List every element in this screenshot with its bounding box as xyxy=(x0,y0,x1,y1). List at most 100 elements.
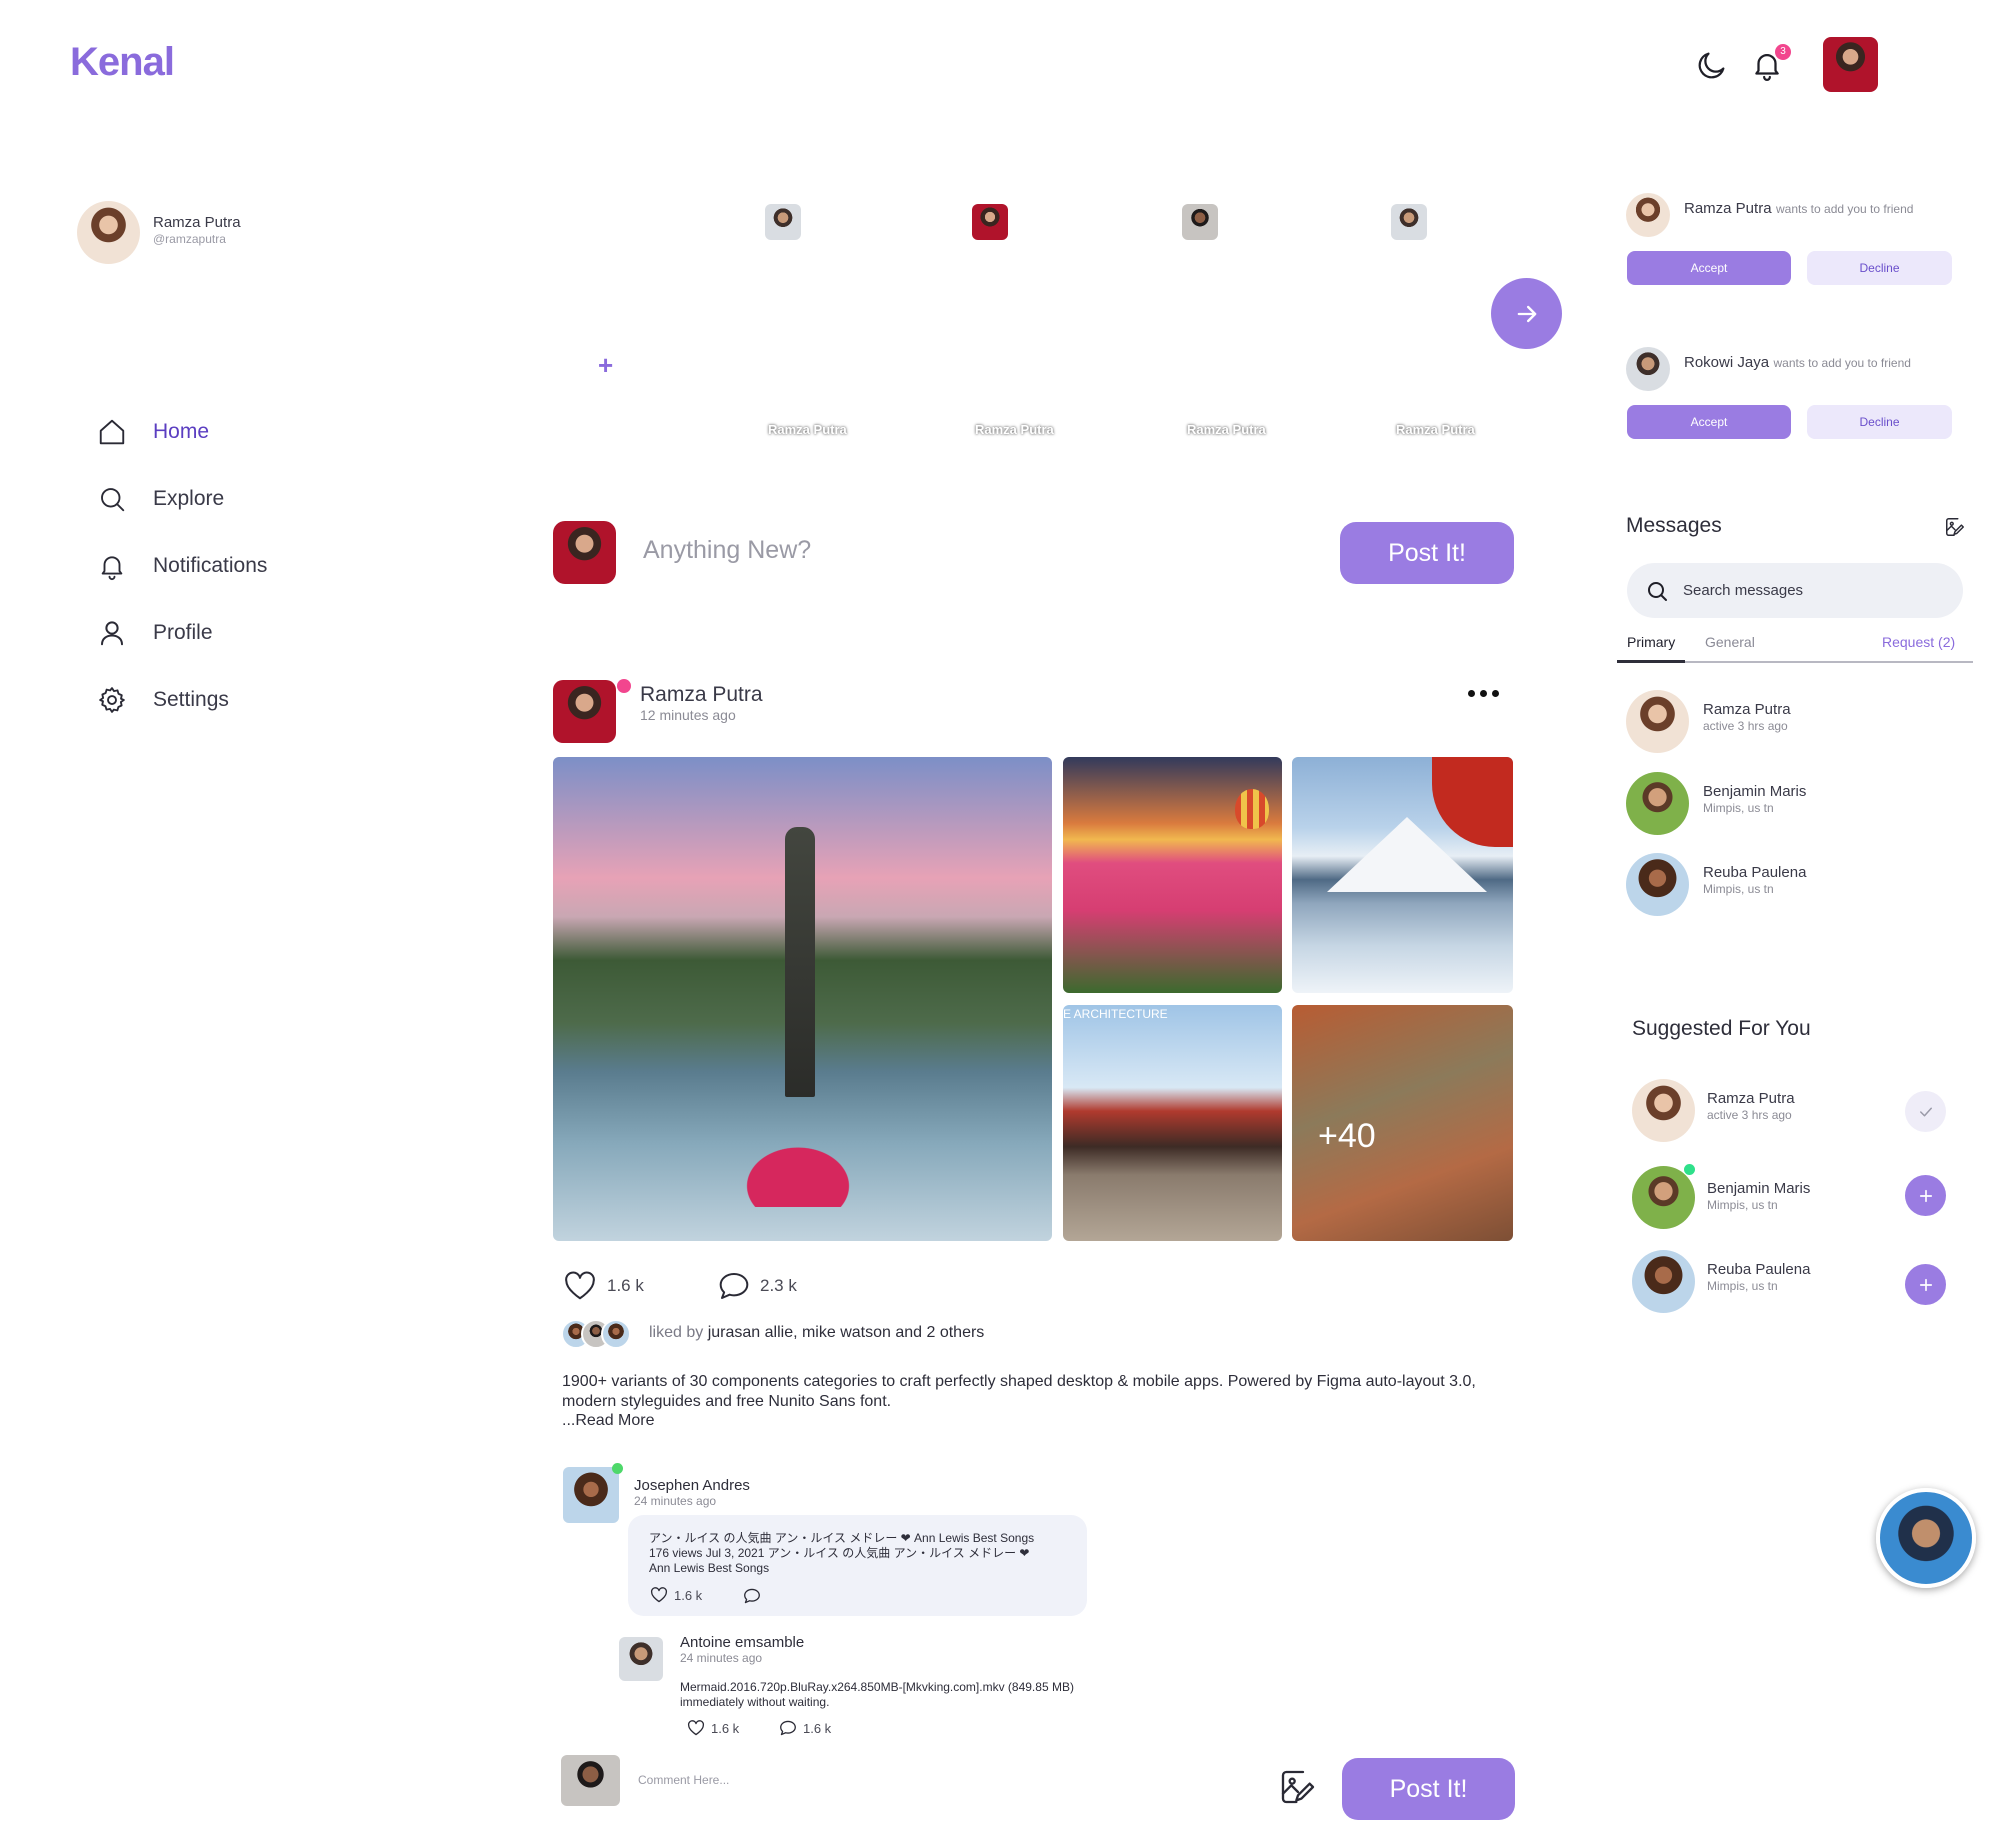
reply-line: immediately without waiting. xyxy=(680,1695,830,1709)
suggested-avatar[interactable] xyxy=(1632,1250,1695,1313)
post-caption: 1900+ variants of 30 components categori… xyxy=(562,1373,1476,1410)
attach-image-button[interactable] xyxy=(1278,1767,1318,1807)
decline-button[interactable]: Decline xyxy=(1807,251,1952,285)
comment-avatar[interactable] xyxy=(563,1467,619,1523)
suggested-avatar[interactable] xyxy=(1632,1079,1695,1142)
reply-comment-button[interactable]: 1.6 k xyxy=(779,1720,831,1736)
request-name[interactable]: Ramza Putra xyxy=(1684,200,1772,217)
message-search-input[interactable]: Search messages xyxy=(1683,582,1803,599)
request-avatar[interactable] xyxy=(1626,347,1670,391)
liked-by-names[interactable]: jurasan allie, mike watson and 2 others xyxy=(708,1324,985,1341)
request-message: wants to add you to friend xyxy=(1773,356,1911,370)
message-avatar[interactable] xyxy=(1626,853,1689,916)
stories-next-button[interactable] xyxy=(1491,278,1562,349)
suggested-add-button[interactable] xyxy=(1905,1175,1946,1216)
decline-button[interactable]: Decline xyxy=(1807,405,1952,439)
comment-like-button[interactable]: 1.6 k xyxy=(650,1587,702,1603)
tab-primary[interactable]: Primary xyxy=(1627,634,1675,650)
post-photo-more[interactable]: +40 xyxy=(1292,1005,1513,1241)
suggested-title: Suggested For You xyxy=(1632,1017,1811,1040)
request-avatar[interactable] xyxy=(1626,193,1670,237)
tab-request[interactable]: Request (2) xyxy=(1882,634,1955,650)
nav-settings[interactable]: Settings xyxy=(97,666,397,733)
story-thumb[interactable] xyxy=(972,204,1008,240)
story-thumb[interactable] xyxy=(1182,204,1218,240)
liker-avatar xyxy=(601,1319,631,1349)
comment-button[interactable]: 2.3 k xyxy=(718,1271,797,1301)
home-icon xyxy=(97,417,127,447)
suggested-add-button[interactable] xyxy=(1905,1264,1946,1305)
suggested-name[interactable]: Ramza Putra xyxy=(1707,1090,1795,1107)
nav-notifications-label: Notifications xyxy=(153,553,268,577)
post-photo-pagoda[interactable]: E ARCHITECTURE xyxy=(1063,1005,1282,1241)
message-name[interactable]: Ramza Putra xyxy=(1703,701,1791,718)
read-more-link[interactable]: ...Read More xyxy=(562,1412,654,1430)
nav-home[interactable]: Home xyxy=(97,398,397,465)
comment-post-button[interactable]: Post It! xyxy=(1342,1758,1515,1820)
balloon-shape xyxy=(1235,789,1269,829)
suggested-status: Mimpis, us tn xyxy=(1707,1198,1778,1212)
message-status: Mimpis, us tn xyxy=(1703,882,1774,896)
sidebar-nav: Home Explore Notifications Profile Setti… xyxy=(97,398,397,733)
profile-avatar[interactable] xyxy=(77,201,140,264)
nav-explore[interactable]: Explore xyxy=(97,465,397,532)
bell-icon xyxy=(97,551,127,581)
reply-author[interactable]: Antoine emsamble xyxy=(680,1634,804,1651)
accept-button[interactable]: Accept xyxy=(1627,405,1791,439)
like-button[interactable]: 1.6 k xyxy=(563,1271,644,1301)
composer-input[interactable]: Anything New? xyxy=(643,536,811,565)
moon-icon[interactable] xyxy=(1695,48,1729,82)
message-name[interactable]: Benjamin Maris xyxy=(1703,783,1806,800)
app-logo[interactable]: Kenal xyxy=(70,40,175,85)
reply-like-button[interactable]: 1.6 k xyxy=(687,1720,739,1736)
story-thumb[interactable] xyxy=(1391,204,1427,240)
suggested-status: Mimpis, us tn xyxy=(1707,1279,1778,1293)
nav-settings-label: Settings xyxy=(153,687,229,711)
comment-input[interactable]: Comment Here... xyxy=(638,1773,729,1787)
composer-post-button[interactable]: Post It! xyxy=(1340,522,1514,584)
post-author-avatar[interactable] xyxy=(553,680,616,743)
comment-author[interactable]: Josephen Andres xyxy=(634,1477,750,1494)
plus-icon xyxy=(1917,1276,1935,1294)
liked-by-text: liked by jurasan allie, mike watson and … xyxy=(649,1324,984,1342)
nav-profile[interactable]: Profile xyxy=(97,599,397,666)
suggested-name[interactable]: Reuba Paulena xyxy=(1707,1261,1810,1278)
message-avatar[interactable] xyxy=(1626,690,1689,753)
story-thumb[interactable] xyxy=(765,204,801,240)
compose-message-button[interactable] xyxy=(1944,516,1966,538)
dancer-figure xyxy=(733,1137,863,1207)
suggested-followed-button[interactable] xyxy=(1905,1091,1946,1132)
nav-notifications[interactable]: Notifications xyxy=(97,532,397,599)
more-photos-count: +40 xyxy=(1318,1117,1376,1155)
floating-chat-avatar[interactable] xyxy=(1876,1488,1976,1588)
reply-avatar[interactable] xyxy=(619,1637,663,1681)
suggested-name[interactable]: Benjamin Maris xyxy=(1707,1180,1810,1197)
post-photo-tulips[interactable] xyxy=(1063,757,1282,993)
tab-general[interactable]: General xyxy=(1705,634,1755,650)
message-name[interactable]: Reuba Paulena xyxy=(1703,864,1806,881)
comment-count: 2.3 k xyxy=(760,1276,797,1295)
comment-icon xyxy=(718,1271,750,1301)
header-avatar[interactable] xyxy=(1823,37,1878,92)
profile-name: Ramza Putra xyxy=(153,214,241,231)
request-message: wants to add you to friend xyxy=(1776,202,1914,216)
post-more-button[interactable] xyxy=(1468,690,1499,697)
liked-by-prefix: liked by xyxy=(649,1324,708,1341)
photo-caption: E ARCHITECTURE xyxy=(1063,1007,1168,1021)
reply-line: Mermaid.2016.720p.BluRay.x264.850MB-[Mkv… xyxy=(680,1680,1074,1694)
message-search[interactable]: Search messages xyxy=(1627,563,1963,618)
post-author-name[interactable]: Ramza Putra xyxy=(640,683,763,707)
message-avatar[interactable] xyxy=(1626,772,1689,835)
post-photo-main[interactable] xyxy=(553,757,1052,1241)
suggested-avatar[interactable] xyxy=(1632,1166,1695,1229)
search-icon xyxy=(97,484,127,514)
composer-avatar xyxy=(553,521,616,584)
fountain-shape xyxy=(785,827,815,1097)
comment-line: アン・ルイス の人気曲 アン・ルイス メドレー ❤ Ann Lewis Best… xyxy=(649,1531,1035,1545)
comment-reply-button[interactable] xyxy=(743,1588,761,1604)
accept-button[interactable]: Accept xyxy=(1627,251,1791,285)
add-story-button[interactable]: + xyxy=(598,350,613,381)
post-photo-fuji[interactable] xyxy=(1292,757,1513,993)
nav-profile-label: Profile xyxy=(153,620,213,644)
request-name[interactable]: Rokowi Jaya xyxy=(1684,354,1769,371)
